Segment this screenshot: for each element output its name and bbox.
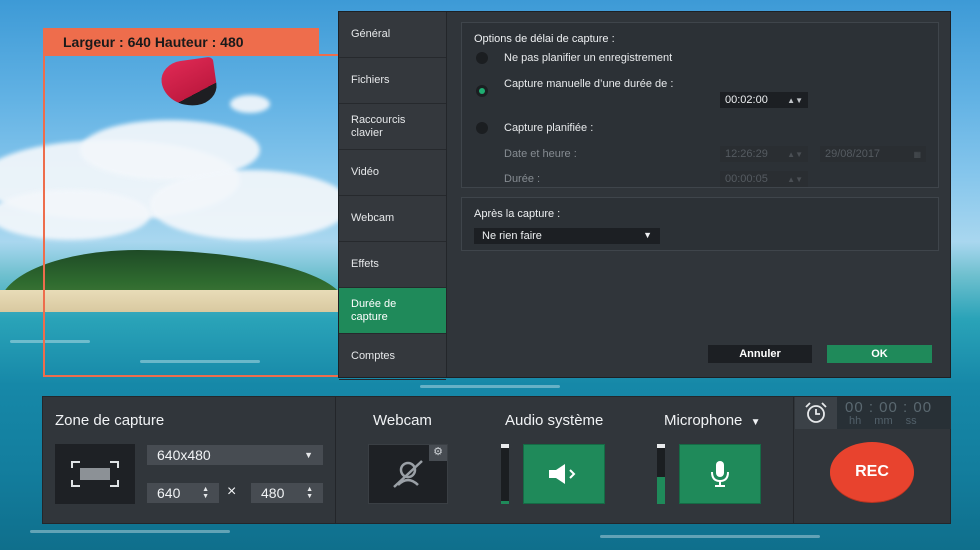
settings-tabs: Général Fichiers Raccourcis clavier Vidé…	[339, 12, 447, 380]
tab-general[interactable]: Général	[339, 12, 446, 58]
spinner-arrows-icon[interactable]: ▲▼	[787, 96, 803, 105]
after-capture-select[interactable]: Ne rien faire ▼	[474, 228, 660, 244]
after-capture-group: Après la capture : Ne rien faire ▼	[461, 197, 939, 251]
microphone-toggle-button[interactable]	[679, 444, 761, 504]
radio-manual-duration[interactable]	[476, 85, 488, 97]
system-audio-level-meter	[501, 444, 509, 504]
schedule-date-field[interactable]: 29/08/2017 ▦	[820, 146, 926, 162]
schedule-time-spinner[interactable]: 12:26:29 ▲▼	[720, 146, 808, 162]
webcam-title: Webcam	[373, 412, 432, 429]
system-audio-title: Audio système	[505, 412, 604, 429]
tab-capture-duration[interactable]: Durée de capture	[339, 288, 446, 334]
schedule-duration-spinner[interactable]: 00:00:05 ▲▼	[720, 171, 808, 187]
tab-webcam[interactable]: Webcam	[339, 196, 446, 242]
system-audio-toggle-button[interactable]	[523, 444, 605, 504]
spinner-arrows-icon: ▲▼	[787, 174, 803, 184]
capture-zone-title: Zone de capture	[55, 412, 165, 429]
capture-area-frame[interactable]	[43, 54, 343, 377]
manual-duration-spinner[interactable]: 00:02:00 ▲▼	[720, 92, 808, 108]
tab-files[interactable]: Fichiers	[339, 58, 446, 104]
spinner-arrows-icon: ▲▼	[787, 149, 803, 159]
chevron-down-icon: ▼	[643, 230, 652, 240]
tab-accounts[interactable]: Comptes	[339, 334, 446, 380]
date-time-label: Date et heure :	[504, 148, 577, 160]
microphone-title[interactable]: Microphone ▼	[664, 412, 760, 429]
chevron-down-icon: ▼	[304, 450, 313, 460]
delay-options-title: Options de délai de capture :	[474, 33, 615, 45]
rec-button[interactable]: REC	[830, 442, 914, 502]
radio-no-schedule[interactable]	[476, 52, 488, 64]
ok-button[interactable]: OK	[827, 345, 932, 363]
select-area-button[interactable]	[55, 444, 135, 504]
microphone-icon	[711, 461, 729, 487]
tab-video[interactable]: Vidéo	[339, 150, 446, 196]
spinner-arrows-icon[interactable]: ▲▼	[202, 486, 209, 500]
settings-panel: Options de délai de capture : Ne pas pla…	[447, 12, 950, 377]
chevron-down-icon[interactable]: ▼	[751, 417, 761, 428]
calendar-icon: ▦	[913, 149, 921, 159]
webcam-settings-gear-icon[interactable]: ⚙	[429, 445, 447, 461]
option-manual-duration[interactable]: Capture manuelle d’une durée de :	[476, 78, 700, 97]
recording-timer: 00 : 00 : 00 hh mm ss	[795, 397, 951, 429]
dimension-separator: ×	[227, 483, 237, 500]
option-scheduled[interactable]: Capture planifiée :	[476, 122, 593, 134]
select-area-icon	[71, 461, 119, 487]
option-no-schedule[interactable]: Ne pas planifier un enregistrement	[476, 52, 672, 64]
timer-units: hh mm ss	[849, 415, 917, 427]
after-capture-title: Après la capture :	[474, 208, 561, 220]
microphone-level-meter	[657, 444, 665, 504]
spinner-arrows-icon[interactable]: ▲▼	[306, 486, 313, 500]
speaker-icon	[549, 464, 576, 484]
timer-digits: 00 : 00 : 00	[845, 399, 933, 416]
radio-scheduled[interactable]	[476, 122, 488, 134]
webcam-off-icon	[393, 460, 423, 488]
alarm-clock-icon[interactable]	[795, 397, 837, 429]
tab-shortcuts[interactable]: Raccourcis clavier	[339, 104, 446, 150]
resolution-dropdown[interactable]: 640x480 ▼	[147, 445, 323, 465]
width-spinner[interactable]: 640 ▲ ▼	[147, 483, 219, 503]
height-spinner[interactable]: 480 ▲ ▼	[251, 483, 323, 503]
settings-dialog: Général Fichiers Raccourcis clavier Vidé…	[338, 11, 951, 380]
duration-label: Durée :	[504, 173, 541, 185]
tab-effects[interactable]: Effets	[339, 242, 446, 288]
recording-toolbar: Zone de capture 640x480 ▼ 640 ▲ ▼ × 480 ▲…	[42, 396, 951, 524]
cancel-button[interactable]: Annuler	[708, 345, 812, 363]
delay-options-group: Options de délai de capture : Ne pas pla…	[461, 22, 939, 188]
capture-size-label: Largeur : 640 Hauteur : 480	[43, 28, 319, 56]
webcam-toggle-button[interactable]: ⚙	[368, 444, 448, 504]
